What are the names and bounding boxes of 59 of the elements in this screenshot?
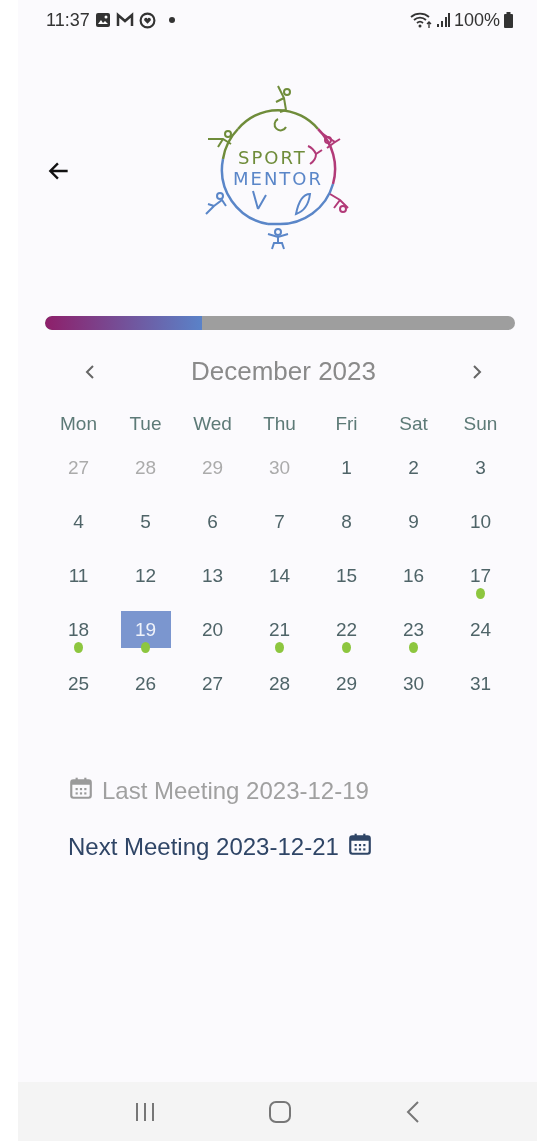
weekday-label: Sat [399,413,428,434]
calendar-day[interactable]: 4 [53,503,104,540]
calendar-day[interactable]: 12 [120,557,171,594]
calendar-day[interactable]: 26 [120,665,171,702]
weekday-label: Sun [463,413,498,434]
logo-text: MENTOR [232,168,323,189]
calendar-day[interactable]: 27 [187,665,238,702]
dot-icon [168,17,175,23]
signal-icon [435,13,450,27]
calendar-day[interactable]: 21 [254,611,305,648]
calendar-day[interactable]: 1 [321,449,372,486]
wifi-icon [409,12,432,28]
calendar-day[interactable]: 2 [388,449,439,486]
calendar-day[interactable]: 20 [187,611,238,648]
calendar-icon [346,831,373,857]
calendar-day[interactable]: 7 [254,503,305,540]
calendar-day[interactable]: 17 [455,557,506,594]
heart-circle-icon [138,11,156,29]
calendar-day[interactable]: 24 [455,611,506,648]
next-meeting-text: Next Meeting 2023-12-21 [68,833,339,861]
recent-apps-button[interactable] [134,1100,157,1123]
weekday-label: Mon [60,413,97,434]
calendar-day[interactable]: 3 [455,449,506,486]
weekday-label: Fri [335,413,358,434]
calendar-day[interactable]: 25 [53,665,104,702]
mail-icon [115,12,134,28]
battery-icon [504,12,513,28]
calendar-day[interactable]: 13 [187,557,238,594]
image-icon [94,12,111,28]
status-time: 11:37 [46,9,90,31]
calendar-icon [68,775,94,801]
calendar-day[interactable]: 10 [455,503,506,540]
calendar-day[interactable]: 5 [120,503,171,540]
three-bars-icon [134,1100,157,1123]
calendar-day[interactable]: 9 [388,503,439,540]
battery-percent: 100% [453,9,500,31]
calendar-day[interactable]: 22 [321,611,372,648]
calendar-day[interactable]: 28 [254,665,305,702]
back-nav-button[interactable] [404,1099,421,1124]
month-title: December 2023 [191,356,376,387]
weekday-label: Wed [193,413,232,434]
calendar-day[interactable]: 8 [321,503,372,540]
logo-text: SPORT [237,147,307,168]
calendar-day[interactable]: 6 [187,503,238,540]
chevron-left-icon [404,1099,421,1124]
rounded-square-icon [268,1099,293,1124]
calendar-day[interactable]: 18 [53,611,104,648]
calendar-day[interactable]: 30 [388,665,439,702]
calendar-day[interactable]: 31 [455,665,506,702]
calendar-day[interactable]: 16 [388,557,439,594]
calendar-day[interactable]: 15 [321,557,372,594]
last-meeting-text: Last Meeting 2023-12-19 [102,777,369,805]
calendar-day[interactable]: 11 [53,557,104,594]
calendar-day[interactable]: 29 [321,665,372,702]
weekday-label: Tue [129,413,162,434]
home-button[interactable] [268,1099,293,1124]
weekday-label: Thu [263,413,296,434]
calendar-day[interactable]: 14 [254,557,305,594]
calendar-day[interactable]: 23 [388,611,439,648]
